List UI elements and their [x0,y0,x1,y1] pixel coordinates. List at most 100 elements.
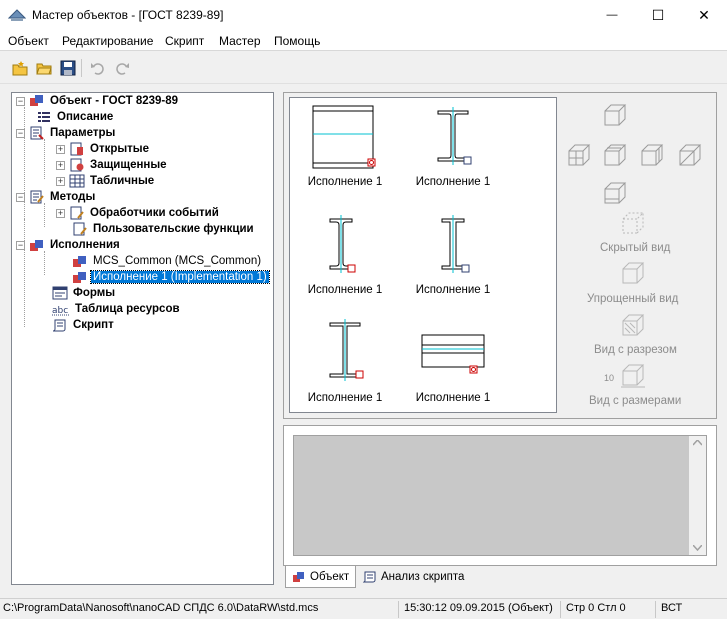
tree-methods-label: Методы [50,191,96,203]
side-view-preview [312,105,376,169]
methods-icon [30,190,44,204]
dimension-view-label[interactable]: Вид с размерами [589,395,681,407]
forms-icon [52,286,68,300]
dimension-view-icon[interactable] [620,363,646,389]
thumb-caption: Исполнение 1 [307,392,383,404]
status-separator [398,601,399,618]
preview-thumb-2[interactable]: Исполнение 1 [416,103,508,203]
tree-node-description[interactable]: Описание [36,109,115,125]
close-icon: ✕ [698,6,710,23]
status-file-path: C:\ProgramData\Nanosoft\nanoCAD СПДС 6.0… [3,602,319,614]
tree-script-label: Скрипт [73,319,114,331]
menu-script[interactable]: Скрипт [165,34,204,48]
tree-resources-label: Таблица ресурсов [75,303,180,315]
collapse-icon[interactable]: − [16,128,25,138]
i-beam-preview [329,215,356,273]
abc-icon: abc [52,306,70,316]
script-panel [283,425,717,566]
preview-thumb-3[interactable]: Исполнение 1 [308,211,400,311]
tree-guide [44,139,45,179]
minimize-button[interactable]: — [589,0,635,30]
open-folder-icon [36,63,52,75]
cube-right-view-icon [641,144,664,166]
window-title: Мастер объектов - [ГОСТ 8239-89] [32,8,224,22]
tree-node-protected[interactable]: + Защищенные [56,157,169,173]
status-mode: ВСТ [661,602,683,614]
expand-icon[interactable]: + [56,208,65,218]
tree-node-user-functions[interactable]: Пользовательские функции [72,221,256,237]
expand-icon[interactable]: + [56,176,65,186]
hidden-view-icon[interactable] [620,211,646,237]
cube-bottom-view-icon [604,182,627,204]
section-view-icon[interactable] [620,313,646,339]
status-bar: C:\ProgramData\Nanosoft\nanoCAD СПДС 6.0… [0,598,727,619]
tree-node-script[interactable]: Скрипт [52,317,116,333]
simplified-view-icon[interactable] [620,261,646,287]
minimize-icon: — [606,9,618,21]
maximize-button[interactable]: ☐ [635,0,681,30]
tree-node-open[interactable]: + Открытые [56,141,151,157]
new-object-button[interactable] [10,58,30,78]
tree-parameters-label: Параметры [50,127,116,139]
preview-thumb-4[interactable]: Исполнение 1 [416,211,508,311]
tab-script-analysis-label: Анализ скрипта [381,571,465,583]
menu-edit[interactable]: Редактирование [62,34,153,48]
collapse-icon[interactable]: − [16,192,25,202]
save-button[interactable] [58,58,78,78]
status-separator [560,601,561,618]
menu-wizard[interactable]: Мастер [219,34,261,48]
tab-object[interactable]: Объект [285,566,357,588]
undo-button[interactable] [88,58,108,78]
app-icon [8,9,26,21]
tree-open-label: Открытые [90,143,150,155]
object-tree[interactable]: − Объект - ГОСТ 8239-89 Описание − Парам… [11,92,274,585]
hidden-view-label[interactable]: Скрытый вид [600,242,670,254]
thumb-caption: Исполнение 1 [415,392,491,404]
tree-impl1-label: Исполнение 1 (Implementation 1) [90,270,270,284]
tree-node-root[interactable]: − Объект - ГОСТ 8239-89 [16,93,180,109]
status-position: Стр 0 Стл 0 [566,602,626,614]
scroll-down-icon[interactable] [693,545,702,551]
collapse-icon[interactable]: − [16,240,25,250]
vertical-scrollbar[interactable] [689,436,706,555]
tree-implementations-label: Исполнения [50,239,120,251]
cube-top-view-icon [604,144,627,166]
menu-object[interactable]: Объект [8,34,49,48]
object-icon [30,95,43,106]
cube-front-view-icon [604,104,627,126]
tree-node-parameters[interactable]: − Параметры [16,125,117,141]
preview-thumb-1[interactable]: Исполнение 1 [308,103,400,203]
close-button[interactable]: ✕ [681,0,727,30]
tree-description-label: Описание [57,111,114,123]
preview-thumb-5[interactable]: Исполнение 1 [308,319,400,419]
script-output-area[interactable] [293,435,707,556]
open-button[interactable] [34,58,54,78]
status-separator [655,601,656,618]
tree-guide [24,219,25,327]
expand-icon[interactable]: + [56,144,65,154]
preview-thumb-6[interactable]: Исполнение 1 [416,319,508,419]
undo-icon [91,63,104,75]
expand-icon[interactable]: + [56,160,65,170]
tree-node-impl1[interactable]: Исполнение 1 (Implementation 1) [72,269,270,285]
object-tab-icon [293,571,304,582]
section-view-label[interactable]: Вид с разрезом [594,344,677,356]
tree-node-event-handlers[interactable]: + Обработчики событий [56,205,221,221]
top-view-preview [421,334,485,374]
redo-button[interactable] [112,58,132,78]
tree-node-implementations[interactable]: − Исполнения [16,237,122,253]
parameters-icon [30,126,44,140]
implementation-icon [73,272,86,283]
scroll-up-icon[interactable] [693,440,702,446]
tree-node-mcs-common[interactable]: MCS_Common (MCS_Common) [72,253,263,269]
simplified-view-label[interactable]: Упрощенный вид [587,293,678,305]
tree-node-methods[interactable]: − Методы [16,189,97,205]
tab-script-analysis[interactable]: Анализ скрипта [357,566,470,588]
tree-node-tabular[interactable]: + Табличные [56,173,156,189]
i-beam-preview [441,215,470,273]
tree-node-resources[interactable]: abc Таблица ресурсов [52,301,182,317]
tree-node-forms[interactable]: Формы [52,285,117,301]
collapse-icon[interactable]: − [16,96,25,106]
bottom-tabs: Объект Анализ скрипта [283,566,717,588]
menu-help[interactable]: Помощь [274,34,320,48]
